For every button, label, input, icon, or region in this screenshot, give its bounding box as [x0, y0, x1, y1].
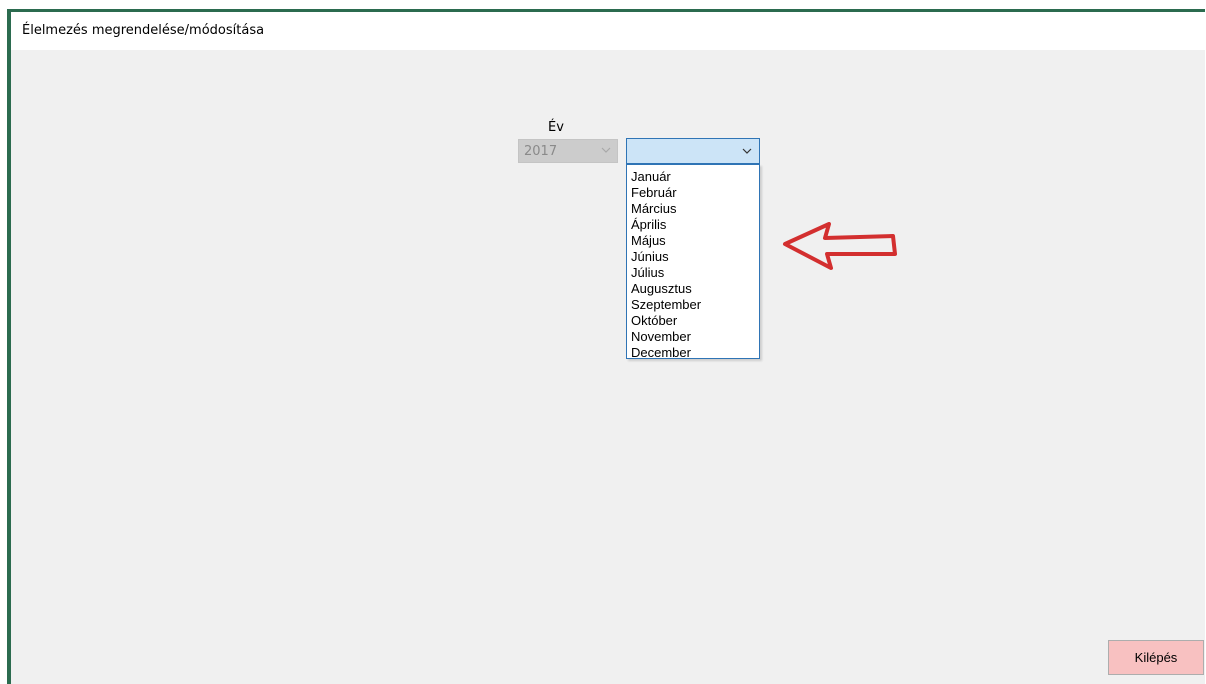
- chevron-down-icon: [742, 148, 752, 154]
- month-option[interactable]: December: [631, 345, 759, 361]
- month-option[interactable]: Április: [631, 217, 759, 233]
- chevron-down-icon: [601, 147, 611, 153]
- left-arrow-icon: [783, 222, 897, 270]
- year-select[interactable]: 2017: [518, 139, 618, 163]
- month-dropdown-list: Január Február Március Április Május Június Jú…: [626, 164, 760, 361]
- month-option[interactable]: Január: [631, 169, 759, 185]
- title-bar: Élelmezés megrendelése/módosítása: [11, 12, 1205, 50]
- month-option[interactable]: Július: [631, 265, 759, 281]
- window-title: Élelmezés megrendelése/módosítása: [22, 23, 265, 38]
- month-option[interactable]: November: [631, 329, 759, 345]
- month-option[interactable]: Május: [631, 233, 759, 249]
- month-option[interactable]: Március: [631, 201, 759, 217]
- month-option[interactable]: Június: [631, 249, 759, 265]
- year-value: 2017: [524, 144, 558, 159]
- exit-button[interactable]: Kilépés: [1108, 640, 1204, 675]
- month-option[interactable]: Február: [631, 185, 759, 201]
- month-option[interactable]: Szeptember: [631, 297, 759, 313]
- app-window: Élelmezés megrendelése/módosítása Év 201…: [7, 9, 1205, 684]
- year-label: Év: [548, 120, 564, 135]
- month-select[interactable]: [626, 138, 760, 164]
- month-option[interactable]: Augusztus: [631, 281, 759, 297]
- month-option[interactable]: Október: [631, 313, 759, 329]
